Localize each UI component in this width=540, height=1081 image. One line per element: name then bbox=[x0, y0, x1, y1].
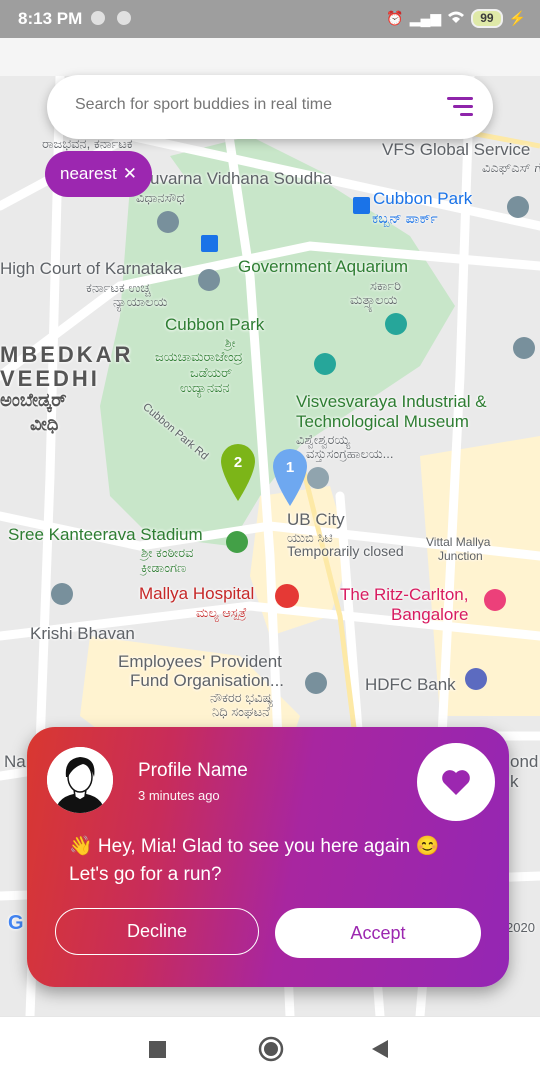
profile-time: 3 minutes ago bbox=[138, 788, 220, 803]
home-button[interactable] bbox=[258, 1036, 284, 1067]
map-label: Cubbon Park bbox=[373, 189, 473, 208]
map-label: uvarna Vidhana Soudha bbox=[150, 169, 333, 188]
map-label: ಅಂಬೇಡ್ಕರ್ bbox=[0, 390, 67, 410]
map-label: Vittal Mallya bbox=[426, 535, 491, 549]
map-label: VEEDHI bbox=[0, 366, 100, 391]
avatar bbox=[47, 747, 113, 813]
map-label: Fund Organisation... bbox=[130, 671, 285, 690]
close-icon[interactable]: ✕ bbox=[123, 164, 137, 184]
map-label: Visvesvaraya Industrial & bbox=[296, 392, 487, 411]
request-message: 👋 Hey, Mia! Glad to see you here again 😊… bbox=[69, 833, 489, 889]
map-label: ಜಯಚಾಮರಾಜೇಂದ್ರ bbox=[155, 349, 243, 364]
filter-icon[interactable] bbox=[447, 97, 473, 117]
alarm-icon: ⏰ bbox=[386, 10, 404, 26]
map-label: MBEDKAR bbox=[0, 342, 134, 367]
heart-icon bbox=[442, 770, 470, 795]
notification-dot-icon bbox=[117, 11, 131, 25]
map-label: HDFC Bank bbox=[365, 675, 456, 694]
map-label: Government Aquarium bbox=[238, 257, 409, 276]
recent-apps-button[interactable] bbox=[149, 1041, 166, 1063]
map-label: ಉದ್ಯಾನವನ bbox=[180, 380, 230, 395]
map-label: ಕ್ರೀಡಾಂಗಣ bbox=[141, 560, 187, 575]
map-label: ವಿಧಾನಸೌಧ bbox=[136, 190, 185, 205]
map-label: ನ್ಯಾಯಾಲಯ bbox=[113, 294, 168, 309]
map-label: ವಸ್ತುಸಂಗ್ರಹಾಲಯ... bbox=[306, 446, 394, 461]
filter-chip-nearest[interactable]: nearest ✕ bbox=[45, 151, 152, 197]
map-label: ಕಬ್ಬನ್ ಪಾರ್ಕ್ bbox=[372, 210, 438, 226]
map-label: ವೀಧಿ bbox=[30, 414, 59, 434]
map-label: UB City bbox=[287, 510, 345, 529]
map-label: ಮತ್ಸ್ಯಾಲಯ bbox=[350, 292, 398, 307]
map-label: ಶ್ರೀ ಕಂಠೀರವ bbox=[141, 545, 194, 560]
map-label: ಮಲ್ಯ ಆಸ್ಪತ್ರೆ bbox=[196, 605, 247, 620]
map-label: Temporarily closed bbox=[287, 543, 404, 559]
charging-icon: ⚡ bbox=[508, 10, 526, 26]
system-nav-bar bbox=[0, 1016, 540, 1081]
map-label: Employees' Provident bbox=[118, 652, 282, 671]
map-label: Sree Kanteerava Stadium bbox=[8, 525, 203, 544]
search-bar bbox=[47, 75, 493, 139]
status-time: 8:13 PM bbox=[18, 9, 83, 28]
map-label: ond bbox=[510, 752, 539, 771]
map-label: Bangalore bbox=[391, 605, 469, 624]
accept-button[interactable]: Accept bbox=[275, 908, 481, 958]
message-line: Let's go for a run? bbox=[69, 864, 222, 885]
map-label: ವಿಎಫ್‌ಎಸ್ ಗ್ಲೋಬಲ್ bbox=[482, 160, 540, 175]
map-label: Junction bbox=[438, 549, 483, 563]
google-logo: G bbox=[8, 912, 24, 934]
map-marker-label: 1 bbox=[286, 459, 294, 476]
status-icons: ⏰ ▂▄▆ 99 ⚡ bbox=[386, 9, 526, 28]
map-label: k bbox=[510, 772, 519, 791]
buddy-request-card: Profile Name 3 minutes ago 👋 Hey, Mia! G… bbox=[27, 727, 509, 987]
map-label: High Court of Karnataka bbox=[0, 259, 183, 278]
back-nav-icon bbox=[372, 1040, 388, 1058]
top-spacer bbox=[0, 38, 540, 76]
circle-nav-icon bbox=[258, 1036, 284, 1062]
notification-dot-icon bbox=[91, 11, 105, 25]
avatar-icon bbox=[47, 747, 113, 813]
map-label: ಒಡೆಯರ್ bbox=[190, 365, 233, 380]
map-marker-label: 2 bbox=[234, 454, 242, 471]
map-label: ನಿಧಿ ಸಂಘಟನೆ bbox=[212, 704, 270, 719]
map-label: Cubbon Park bbox=[165, 315, 265, 334]
map-label: Krishi Bhavan bbox=[30, 624, 135, 643]
battery-icon: 99 bbox=[471, 9, 503, 28]
map-label: The Ritz-Carlton, bbox=[340, 585, 469, 604]
like-button[interactable] bbox=[417, 743, 495, 821]
map-label: Technological Museum bbox=[296, 412, 469, 431]
wifi-icon bbox=[447, 10, 465, 27]
map-copyright: 2020 bbox=[506, 920, 535, 935]
chip-label: nearest bbox=[60, 164, 117, 183]
profile-name: Profile Name bbox=[138, 760, 248, 781]
back-button[interactable] bbox=[371, 1039, 389, 1064]
map-label: Na bbox=[4, 752, 26, 771]
message-line: 👋 Hey, Mia! Glad to see you here again 😊 bbox=[69, 836, 440, 857]
decline-button[interactable]: Decline bbox=[55, 908, 259, 955]
map-label: VFS Global Service bbox=[382, 140, 531, 159]
map-label: Mallya Hospital bbox=[139, 584, 255, 603]
status-bar: 8:13 PM ⏰ ▂▄▆ 99 ⚡ bbox=[0, 0, 540, 38]
signal-icon: ▂▄▆ bbox=[409, 10, 442, 26]
square-nav-icon bbox=[149, 1041, 166, 1058]
search-input[interactable] bbox=[73, 95, 437, 115]
